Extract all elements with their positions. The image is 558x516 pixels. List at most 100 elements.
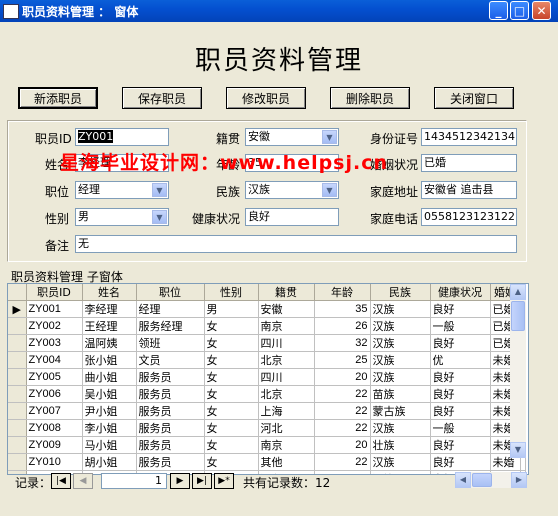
cell-health[interactable]: 一般 bbox=[430, 419, 491, 437]
cell-gender[interactable]: 女 bbox=[204, 453, 259, 471]
cell-employee-id[interactable]: ZY008 bbox=[26, 419, 83, 437]
cell-position[interactable]: 服务员 bbox=[136, 402, 205, 420]
cell-ethnicity[interactable]: 蒙古族 bbox=[370, 402, 431, 420]
table-row[interactable]: ZY003 温阿姨 领班女四川 32 汉族 良好 已婚 bbox=[8, 334, 526, 352]
cell-gender[interactable]: 女 bbox=[204, 317, 259, 335]
chevron-down-icon[interactable]: ▼ bbox=[152, 210, 167, 224]
table-row[interactable]: ZY007 尹小姐 服务员女上海 22 蒙古族 良好 未婚 bbox=[8, 402, 526, 420]
horizontal-scrollbar[interactable]: ◀ ▶ bbox=[455, 472, 527, 488]
cell-health[interactable]: 一般 bbox=[430, 317, 491, 335]
cell-native-place[interactable]: 安徽 bbox=[258, 300, 315, 318]
cell-native-place[interactable]: 南京 bbox=[258, 317, 315, 335]
row-selector[interactable] bbox=[8, 368, 27, 386]
cell-employee-id[interactable]: ZY002 bbox=[26, 317, 83, 335]
cell-employee-id[interactable]: ZY006 bbox=[26, 385, 83, 403]
cell-employee-id[interactable]: ZY003 bbox=[26, 334, 83, 352]
cell-native-place[interactable]: 北京 bbox=[258, 351, 315, 369]
cell-native-place[interactable]: 河北 bbox=[258, 419, 315, 437]
column-header-name[interactable]: 姓名 bbox=[82, 284, 137, 301]
column-header-age[interactable]: 年龄 bbox=[314, 284, 371, 301]
cell-gender[interactable]: 女 bbox=[204, 436, 259, 454]
row-selector[interactable] bbox=[8, 402, 27, 420]
delete-employee-button[interactable]: 删除职员 bbox=[330, 87, 410, 109]
column-header-health[interactable]: 健康状况 bbox=[430, 284, 491, 301]
cell-gender[interactable]: 女 bbox=[204, 368, 259, 386]
next-record-icon[interactable]: ▶ bbox=[170, 473, 190, 489]
health-field[interactable]: 良好 bbox=[245, 208, 339, 226]
cell-age[interactable]: 25 bbox=[314, 351, 371, 369]
first-record-icon[interactable]: |◀ bbox=[51, 473, 71, 489]
cell-position[interactable]: 服务员 bbox=[136, 453, 205, 471]
cell-ethnicity[interactable]: 汉族 bbox=[370, 368, 431, 386]
row-selector[interactable] bbox=[8, 385, 27, 403]
row-selector[interactable] bbox=[8, 453, 27, 471]
close-window-button[interactable]: 关闭窗口 bbox=[434, 87, 514, 109]
cell-name[interactable]: 胡小姐 bbox=[82, 453, 137, 471]
gender-select[interactable]: 男 ▼ bbox=[75, 208, 169, 226]
cell-native-place[interactable]: 上海 bbox=[258, 402, 315, 420]
cell-employee-id[interactable]: ZY009 bbox=[26, 436, 83, 454]
cell-position[interactable]: 领班 bbox=[136, 334, 205, 352]
current-record-field[interactable]: 1 bbox=[101, 473, 167, 489]
last-record-icon[interactable]: ▶| bbox=[192, 473, 212, 489]
column-header-gender[interactable]: 性别 bbox=[204, 284, 259, 301]
table-row[interactable]: ZY010 胡小姐 服务员女其他 22 汉族 良好 未婚 bbox=[8, 453, 526, 471]
table-row[interactable]: ZY006 吴小姐 服务员女北京 22 苗族 良好 未婚 bbox=[8, 385, 526, 403]
column-header-position[interactable]: 职位 bbox=[136, 284, 205, 301]
row-selector[interactable] bbox=[8, 334, 27, 352]
scroll-thumb[interactable] bbox=[511, 301, 525, 331]
cell-health[interactable]: 良好 bbox=[430, 402, 491, 420]
home-address-field[interactable]: 安徽省 追击县 bbox=[421, 181, 517, 199]
home-phone-field[interactable]: 0558123123122 bbox=[421, 208, 517, 226]
cell-employee-id[interactable]: ZY004 bbox=[26, 351, 83, 369]
cell-employee-id[interactable]: ZY001 bbox=[26, 300, 83, 318]
close-button[interactable]: ✕ bbox=[532, 1, 551, 20]
cell-ethnicity[interactable]: 汉族 bbox=[370, 351, 431, 369]
ethnicity-select[interactable]: 汉族 ▼ bbox=[245, 181, 339, 199]
cell-gender[interactable]: 男 bbox=[204, 300, 259, 318]
cell-age[interactable]: 22 bbox=[314, 419, 371, 437]
maximize-button[interactable]: □ bbox=[510, 1, 529, 20]
vertical-scrollbar[interactable]: ▲ ▼ bbox=[510, 284, 526, 458]
cell-gender[interactable]: 女 bbox=[204, 334, 259, 352]
cell-health[interactable]: 良好 bbox=[430, 453, 491, 471]
cell-name[interactable]: 温阿姨 bbox=[82, 334, 137, 352]
cell-age[interactable]: 22 bbox=[314, 385, 371, 403]
cell-name[interactable]: 李经理 bbox=[82, 300, 137, 318]
cell-health[interactable]: 良好 bbox=[430, 436, 491, 454]
row-selector-header[interactable] bbox=[8, 284, 27, 301]
edit-employee-button[interactable]: 修改职员 bbox=[226, 87, 306, 109]
cell-ethnicity[interactable]: 壮族 bbox=[370, 436, 431, 454]
column-header-employee-id[interactable]: 职员ID bbox=[26, 284, 83, 301]
id-card-field[interactable]: 143451234213412 bbox=[421, 128, 517, 146]
cell-position[interactable]: 经理 bbox=[136, 300, 205, 318]
save-employee-button[interactable]: 保存职员 bbox=[122, 87, 202, 109]
scroll-up-icon[interactable]: ▲ bbox=[510, 284, 526, 300]
table-row[interactable]: ZY005 曲小姐 服务员女四川 20 汉族 良好 未婚 bbox=[8, 368, 526, 386]
cell-age[interactable]: 20 bbox=[314, 436, 371, 454]
table-row[interactable]: ZY004 张小姐 文员女北京 25 汉族优未婚 bbox=[8, 351, 526, 369]
cell-gender[interactable]: 女 bbox=[204, 402, 259, 420]
cell-native-place[interactable]: 四川 bbox=[258, 368, 315, 386]
cell-gender[interactable]: 女 bbox=[204, 419, 259, 437]
employee-id-field[interactable]: ZY001 bbox=[75, 128, 169, 146]
cell-gender[interactable]: 女 bbox=[204, 351, 259, 369]
current-record-indicator-icon[interactable]: ▶ bbox=[8, 300, 27, 318]
cell-native-place[interactable]: 北京 bbox=[258, 385, 315, 403]
cell-position[interactable]: 服务员 bbox=[136, 368, 205, 386]
employee-datasheet[interactable]: 职员ID 姓名 职位 性别 籍贯 年龄 民族 健康状况 婚姻 ▶ ZY001 李经理 经理男安徽 35 汉… bbox=[7, 283, 529, 475]
cell-health[interactable]: 优 bbox=[430, 351, 491, 369]
cell-employee-id[interactable]: ZY005 bbox=[26, 368, 83, 386]
cell-ethnicity[interactable]: 汉族 bbox=[370, 419, 431, 437]
table-row[interactable]: ZY002 王经理 服务经理女南京 26 汉族 一般 已婚 bbox=[8, 317, 526, 335]
cell-employee-id[interactable]: ZY010 bbox=[26, 453, 83, 471]
marital-status-field[interactable]: 已婚 bbox=[421, 154, 517, 172]
cell-native-place[interactable]: 其他 bbox=[258, 453, 315, 471]
add-employee-button[interactable]: 新添职员 bbox=[18, 87, 98, 109]
scroll-right-icon[interactable]: ▶ bbox=[511, 472, 527, 488]
row-selector[interactable] bbox=[8, 317, 27, 335]
cell-ethnicity[interactable]: 苗族 bbox=[370, 385, 431, 403]
chevron-down-icon[interactable]: ▼ bbox=[322, 183, 337, 197]
table-row[interactable]: ZY009 马小姐 服务员女南京 20 壮族 良好 未婚 bbox=[8, 436, 526, 454]
cell-age[interactable]: 26 bbox=[314, 317, 371, 335]
